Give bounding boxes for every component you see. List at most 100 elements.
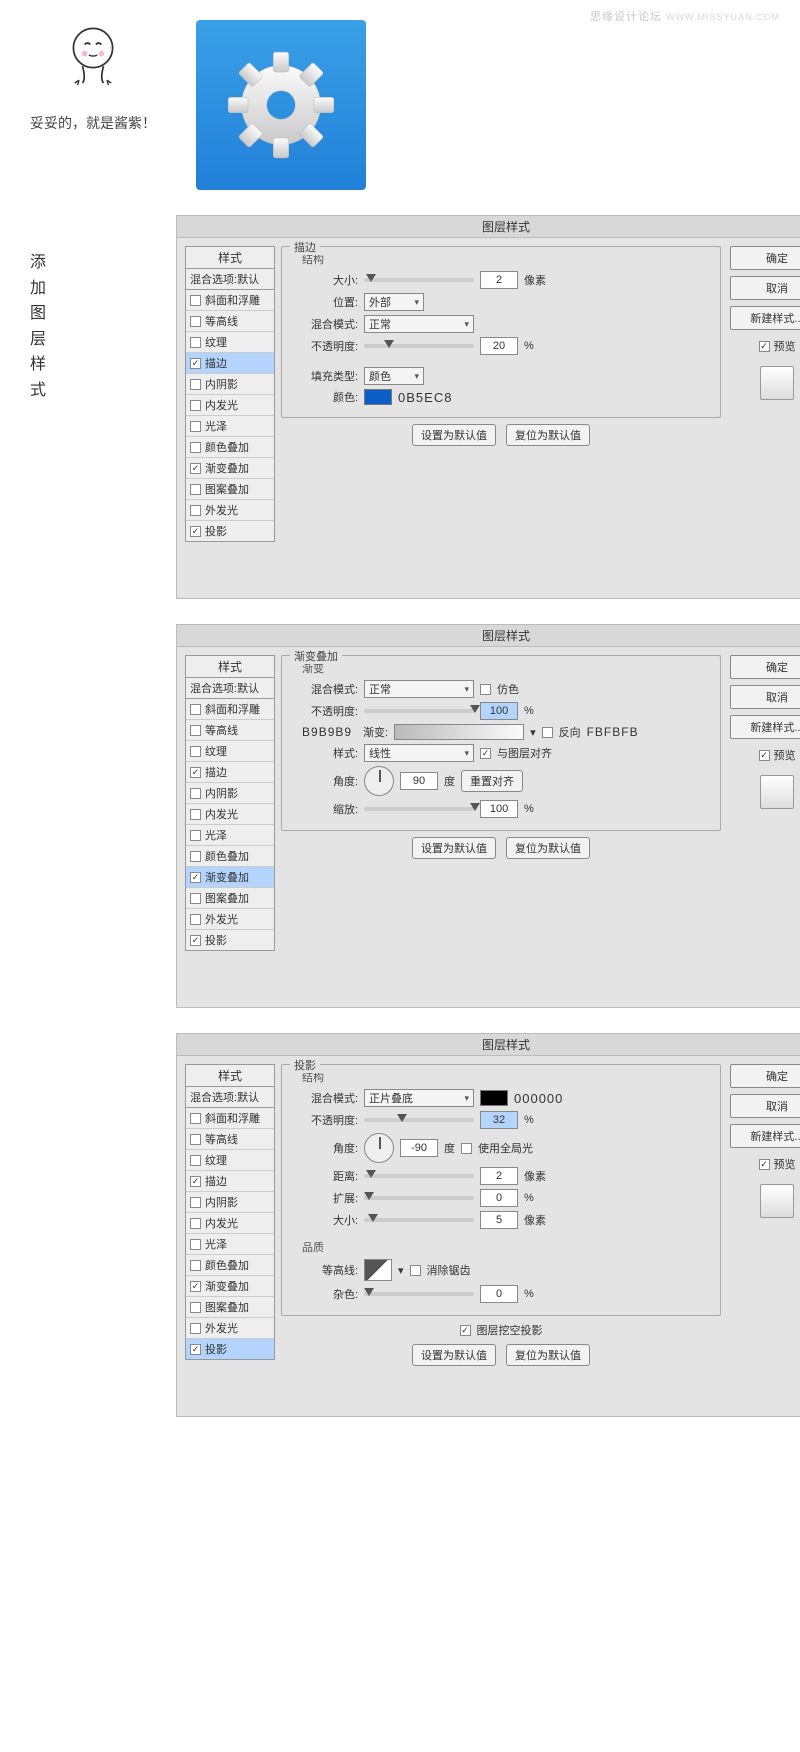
size-slider[interactable]: [364, 278, 474, 282]
blend-dropdown[interactable]: 正片叠底▾: [364, 1089, 474, 1107]
style-item[interactable]: 纹理: [186, 741, 274, 762]
style-item[interactable]: ✓渐变叠加: [186, 867, 274, 888]
style-checkbox[interactable]: [190, 379, 201, 390]
blend-dropdown[interactable]: 正常▾: [364, 315, 474, 333]
grad-style-dropdown[interactable]: 线性▾: [364, 744, 474, 762]
style-checkbox[interactable]: [190, 400, 201, 411]
style-checkbox[interactable]: [190, 1218, 201, 1229]
size-input[interactable]: 5: [480, 1211, 518, 1229]
style-item[interactable]: 纹理: [186, 332, 274, 353]
style-item[interactable]: 内发光: [186, 804, 274, 825]
spread-input[interactable]: 0: [480, 1189, 518, 1207]
style-checkbox[interactable]: ✓: [190, 526, 201, 537]
ok-button[interactable]: 确定: [730, 246, 800, 270]
new-style-button[interactable]: 新建样式...: [730, 306, 800, 330]
opacity-input[interactable]: 100: [480, 702, 518, 720]
reset-default-button[interactable]: 复位为默认值: [506, 424, 590, 446]
new-style-button[interactable]: 新建样式...: [730, 715, 800, 739]
style-checkbox[interactable]: [190, 1323, 201, 1334]
style-checkbox[interactable]: ✓: [190, 1281, 201, 1292]
style-checkbox[interactable]: [190, 1302, 201, 1313]
style-checkbox[interactable]: [190, 1197, 201, 1208]
new-style-button[interactable]: 新建样式...: [730, 1124, 800, 1148]
style-item[interactable]: 等高线: [186, 1129, 274, 1150]
gradient-bar[interactable]: [394, 724, 524, 740]
opacity-input[interactable]: 20: [480, 337, 518, 355]
style-checkbox[interactable]: [190, 1260, 201, 1271]
reset-default-button[interactable]: 复位为默认值: [506, 1344, 590, 1366]
style-checkbox[interactable]: [190, 505, 201, 516]
scale-slider[interactable]: [364, 807, 474, 811]
style-checkbox[interactable]: [190, 830, 201, 841]
style-item[interactable]: 图案叠加: [186, 479, 274, 500]
style-checkbox[interactable]: [190, 421, 201, 432]
dither-checkbox[interactable]: [480, 684, 491, 695]
style-item[interactable]: ✓渐变叠加: [186, 458, 274, 479]
style-checkbox[interactable]: ✓: [190, 935, 201, 946]
style-item[interactable]: 光泽: [186, 416, 274, 437]
style-item[interactable]: 图案叠加: [186, 1297, 274, 1318]
style-item[interactable]: 外发光: [186, 1318, 274, 1339]
style-item[interactable]: ✓描边: [186, 353, 274, 374]
size-input[interactable]: 2: [480, 271, 518, 289]
angle-dial[interactable]: [364, 766, 394, 796]
style-item[interactable]: 颜色叠加: [186, 1255, 274, 1276]
opacity-slider[interactable]: [364, 1118, 474, 1122]
reset-default-button[interactable]: 复位为默认值: [506, 837, 590, 859]
style-checkbox[interactable]: [190, 1239, 201, 1250]
style-checkbox[interactable]: ✓: [190, 1176, 201, 1187]
reverse-checkbox[interactable]: [542, 727, 553, 738]
style-item[interactable]: 光泽: [186, 825, 274, 846]
cancel-button[interactable]: 取消: [730, 685, 800, 709]
cancel-button[interactable]: 取消: [730, 1094, 800, 1118]
style-item[interactable]: 纹理: [186, 1150, 274, 1171]
reset-align-button[interactable]: 重置对齐: [461, 770, 523, 792]
style-item[interactable]: 内阴影: [186, 374, 274, 395]
style-item[interactable]: ✓渐变叠加: [186, 1276, 274, 1297]
style-item[interactable]: 光泽: [186, 1234, 274, 1255]
shadow-color-swatch[interactable]: [480, 1090, 508, 1106]
style-item[interactable]: 等高线: [186, 720, 274, 741]
style-checkbox[interactable]: [190, 1134, 201, 1145]
angle-input[interactable]: -90: [400, 1139, 438, 1157]
blend-dropdown[interactable]: 正常▾: [364, 680, 474, 698]
style-item[interactable]: 斜面和浮雕: [186, 290, 274, 311]
style-item[interactable]: 内阴影: [186, 783, 274, 804]
style-checkbox[interactable]: [190, 893, 201, 904]
style-item[interactable]: ✓投影: [186, 1339, 274, 1359]
cancel-button[interactable]: 取消: [730, 276, 800, 300]
set-default-button[interactable]: 设置为默认值: [412, 1344, 496, 1366]
preview-checkbox[interactable]: ✓: [759, 341, 770, 352]
style-item[interactable]: ✓描边: [186, 1171, 274, 1192]
style-checkbox[interactable]: [190, 851, 201, 862]
distance-input[interactable]: 2: [480, 1167, 518, 1185]
style-item[interactable]: 内阴影: [186, 1192, 274, 1213]
scale-input[interactable]: 100: [480, 800, 518, 818]
style-item[interactable]: 等高线: [186, 311, 274, 332]
contour-swatch[interactable]: [364, 1259, 392, 1281]
style-checkbox[interactable]: [190, 914, 201, 925]
knockout-checkbox[interactable]: ✓: [460, 1325, 471, 1336]
style-item[interactable]: 斜面和浮雕: [186, 1108, 274, 1129]
style-item[interactable]: 颜色叠加: [186, 437, 274, 458]
style-item[interactable]: ✓投影: [186, 521, 274, 541]
style-item[interactable]: 外发光: [186, 500, 274, 521]
style-checkbox[interactable]: [190, 725, 201, 736]
set-default-button[interactable]: 设置为默认值: [412, 424, 496, 446]
ok-button[interactable]: 确定: [730, 1064, 800, 1088]
style-checkbox[interactable]: [190, 337, 201, 348]
style-checkbox[interactable]: [190, 809, 201, 820]
styles-header[interactable]: 样式: [185, 246, 275, 269]
style-item[interactable]: 斜面和浮雕: [186, 699, 274, 720]
opacity-slider[interactable]: [364, 344, 474, 348]
style-checkbox[interactable]: [190, 484, 201, 495]
ok-button[interactable]: 确定: [730, 655, 800, 679]
style-item[interactable]: ✓投影: [186, 930, 274, 950]
style-checkbox[interactable]: [190, 1155, 201, 1166]
style-item[interactable]: 颜色叠加: [186, 846, 274, 867]
style-checkbox[interactable]: [190, 746, 201, 757]
style-checkbox[interactable]: ✓: [190, 358, 201, 369]
blend-options-row[interactable]: 混合选项:默认: [185, 269, 275, 290]
style-checkbox[interactable]: [190, 295, 201, 306]
angle-input[interactable]: 90: [400, 772, 438, 790]
